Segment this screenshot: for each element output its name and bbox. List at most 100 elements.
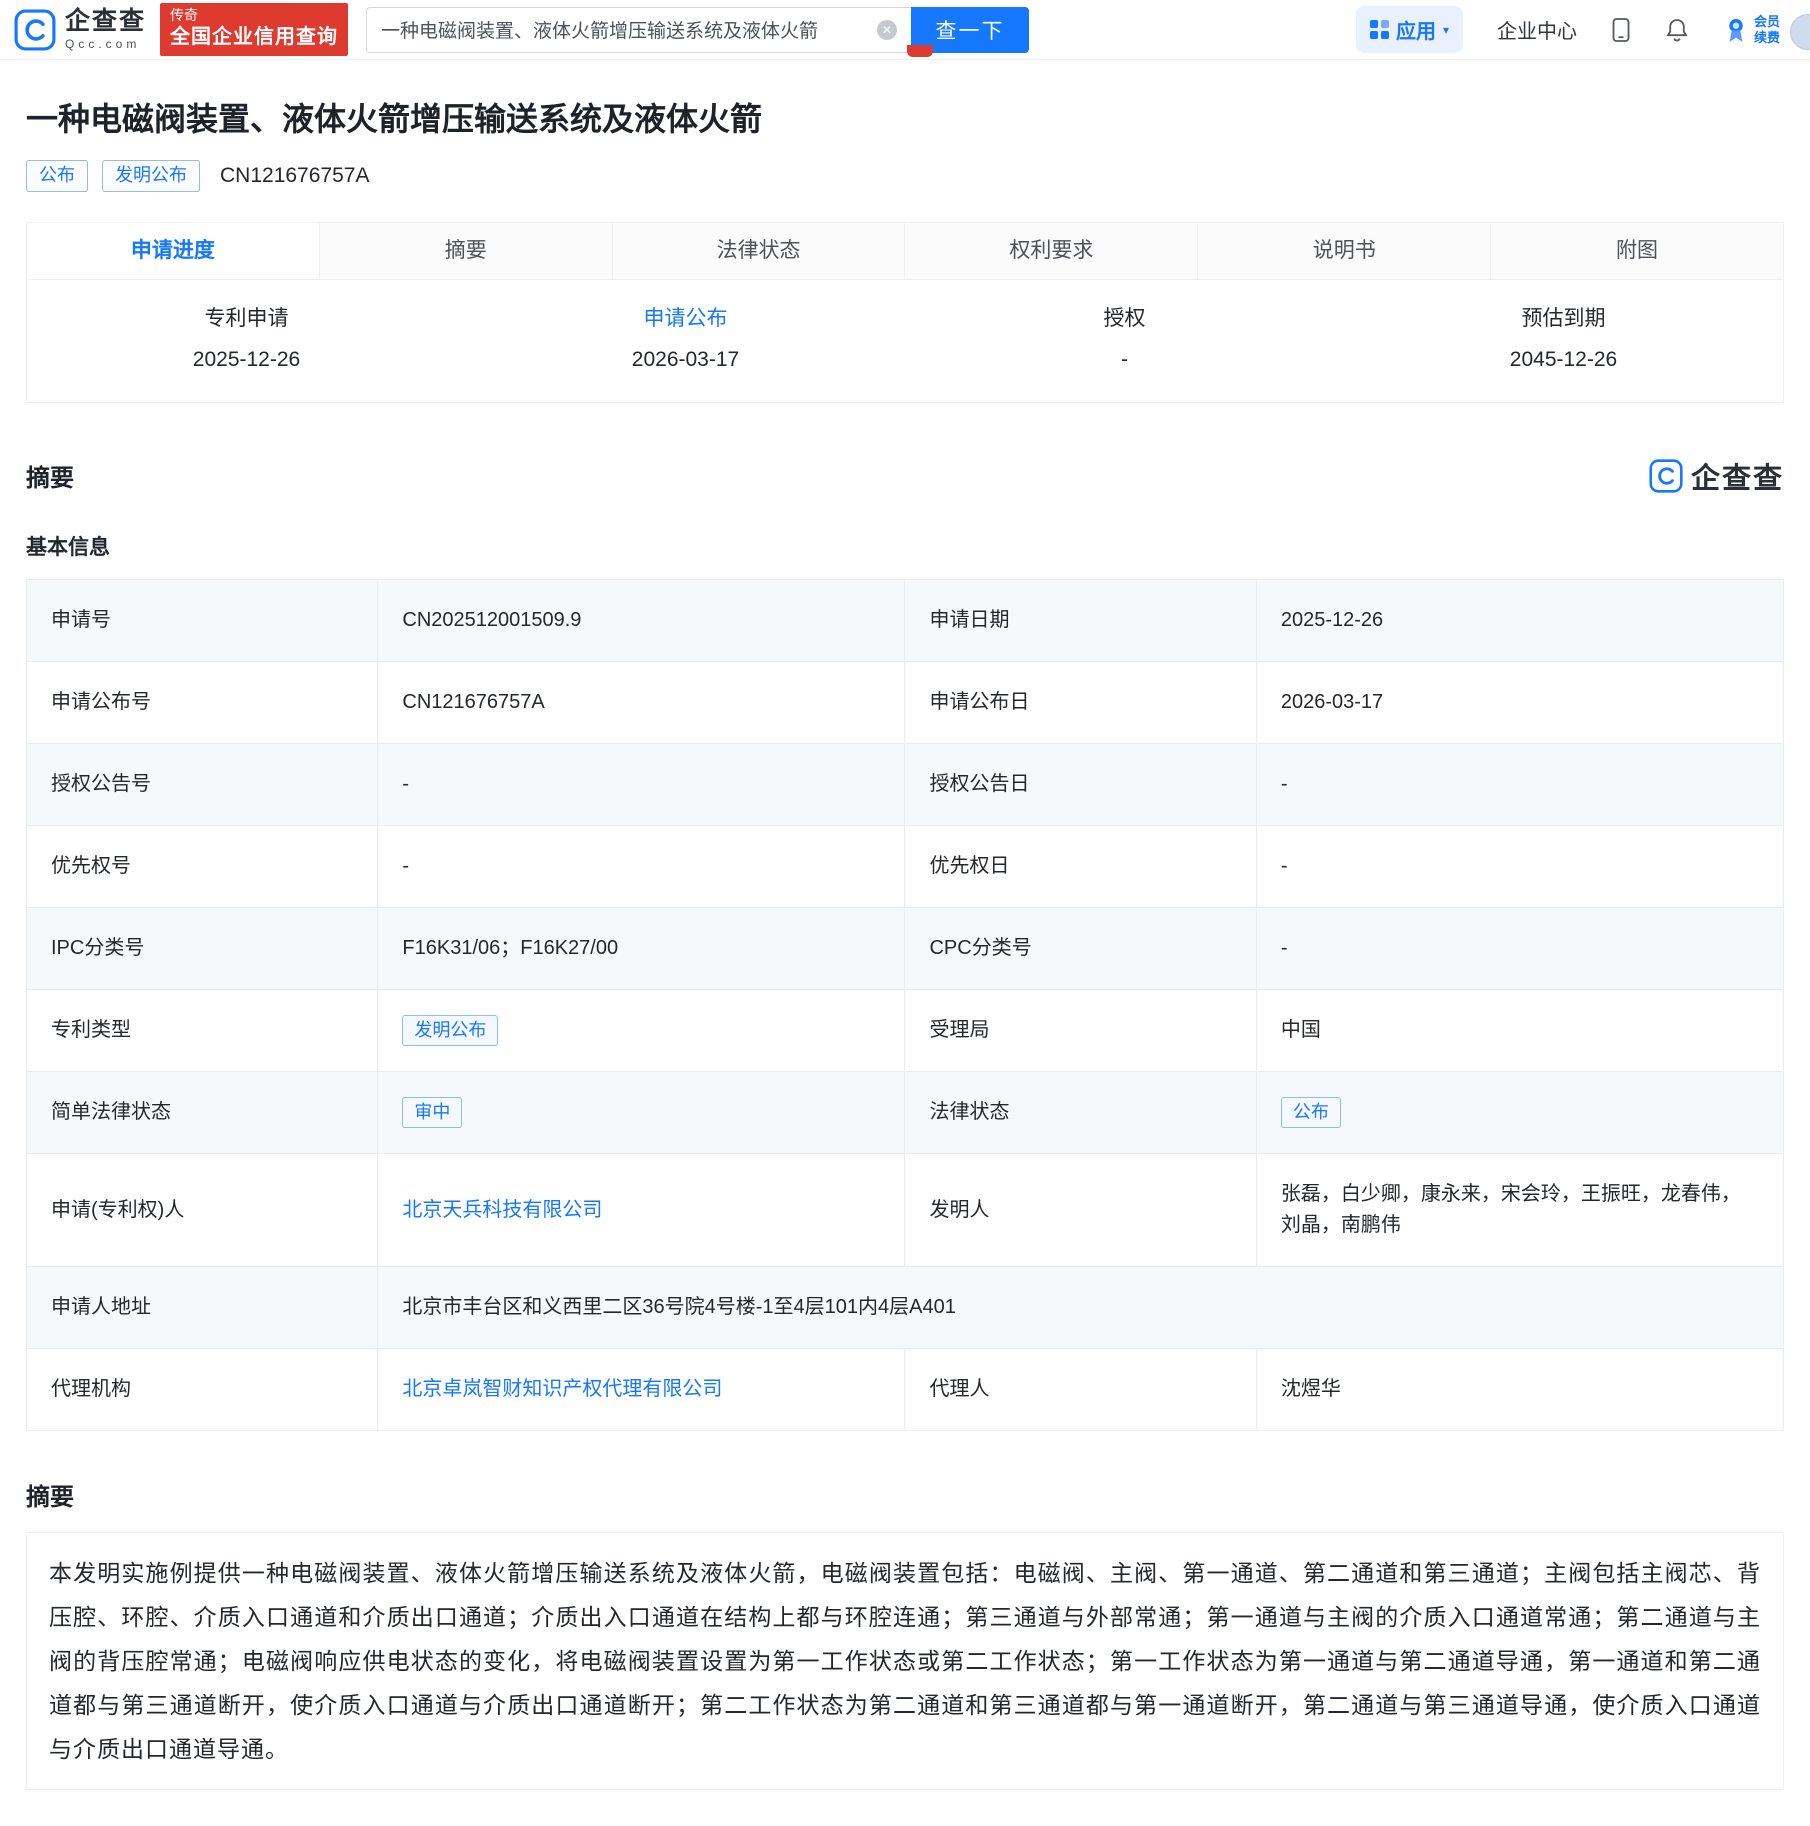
tab-progress[interactable]: 申请进度 [27,223,320,279]
promo-ribbon [907,45,933,57]
field-value: - [378,825,905,907]
enterprise-center-link[interactable]: 企业中心 [1497,15,1577,44]
timeline-stage: 预估到期 2045-12-26 [1344,302,1783,372]
field-value: 发明公布 [378,989,905,1071]
field-value: F16K31/06；F16K27/00 [378,907,905,989]
header-nav: 应用 ▾ 企业中心 会员 [1356,6,1810,53]
field-label: 优先权号 [27,825,378,907]
table-row: 申请公布号CN121676757A申请公布日2026-03-17 [27,661,1784,743]
field-label: 优先权日 [905,825,1256,907]
timeline-stage-date: 2026-03-17 [466,348,905,372]
mobile-app-icon[interactable] [1611,17,1631,43]
field-label: 授权公告日 [905,743,1256,825]
field-label: 简单法律状态 [27,1071,378,1153]
field-value: - [1256,743,1783,825]
clear-search-icon[interactable]: ✕ [877,20,897,40]
logo-title: 企查查 [65,9,146,34]
field-label: 申请人地址 [27,1267,378,1349]
field-value: 北京市丰台区和义西里二区36号院4号楼-1至4层101内4层A401 [378,1267,1784,1349]
field-label: 发明人 [905,1154,1256,1267]
timeline-stage-date: 2025-12-26 [27,348,466,372]
table-row: IPC分类号F16K31/06；F16K27/00CPC分类号- [27,907,1784,989]
field-value: 张磊，白少卿，康永来，宋会玲，王振旺，龙春伟，刘晶，南鹏伟 [1256,1154,1783,1267]
field-label: 申请日期 [905,579,1256,661]
field-value: 审中 [378,1071,905,1153]
tab-claims[interactable]: 权利要求 [905,223,1198,279]
tab-legal-status[interactable]: 法律状态 [613,223,906,279]
field-value: CN121676757A [378,661,905,743]
field-label: 申请(专利权)人 [27,1154,378,1267]
status-badge: 审中 [402,1097,462,1128]
promo-line1: 传奇 [170,7,338,25]
apps-menu[interactable]: 应用 ▾ [1356,6,1463,53]
timeline-stage-date: - [905,348,1344,372]
entity-link[interactable]: 北京天兵科技有限公司 [402,1199,602,1221]
apps-label: 应用 [1396,15,1436,44]
tab-bar: 申请进度摘要法律状态权利要求说明书附图 [27,222,1783,280]
field-label: 代理机构 [27,1349,378,1431]
timeline-stage-label: 预估到期 [1344,302,1783,332]
field-value: 2025-12-26 [1256,579,1783,661]
abstract-text: 本发明实施例提供一种电磁阀装置、液体火箭增压输送系统及液体火箭，电磁阀装置包括：… [49,1551,1761,1771]
tab-abstract[interactable]: 摘要 [320,223,613,279]
qcc-logo[interactable]: 企查查 Qcc.com [14,9,146,51]
timeline-stage: 授权- [905,302,1344,372]
patent-badge-row: 公布 发明公布 CN121676757A [26,160,1784,192]
application-timeline: 专利申请 2025-12-26申请公布 2026-03-17授权-预估到期 2045-… [27,280,1783,402]
field-value: 公布 [1256,1071,1783,1153]
search-value: 一种电磁阀装置、液体火箭增压输送系统及液体火箭 [381,16,867,43]
tab-description[interactable]: 说明书 [1198,223,1491,279]
member-renew-badge[interactable]: 会员 续费 [1723,14,1780,45]
patent-type-badge: 发明公布 [102,160,200,192]
member-line1: 会员 [1754,14,1780,30]
patent-detail-card: 申请进度摘要法律状态权利要求说明书附图 专利申请 2025-12-26申请公布 20… [26,222,1784,403]
abstract-box: 本发明实施例提供一种电磁阀装置、液体火箭增压输送系统及液体火箭，电磁阀装置包括：… [26,1532,1784,1790]
entity-link[interactable]: 北京卓岚智财知识产权代理有限公司 [402,1378,722,1400]
field-value: 中国 [1256,989,1783,1071]
field-label: IPC分类号 [27,907,378,989]
table-row: 授权公告号-授权公告日- [27,743,1784,825]
field-label: 授权公告号 [27,743,378,825]
notification-bell-icon[interactable] [1665,17,1689,43]
chevron-down-icon: ▾ [1443,23,1449,37]
logo-subtitle: Qcc.com [65,38,146,50]
field-value: 北京卓岚智财知识产权代理有限公司 [378,1349,905,1431]
field-label: 申请公布日 [905,661,1256,743]
promo-line2: 全国企业信用查询 [170,25,338,50]
field-value: 2026-03-17 [1256,661,1783,743]
field-value: - [1256,825,1783,907]
search-input[interactable]: 一种电磁阀装置、液体火箭增压输送系统及液体火箭 ✕ [366,7,911,53]
publish-status-badge: 公布 [26,160,88,192]
timeline-stage: 申请公布 2026-03-17 [466,302,905,372]
basic-info-table: 申请号CN202512001509.9申请日期2025-12-26申请公布号CN… [26,579,1784,1432]
summary-section-title: 摘要 [26,458,74,493]
qcc-watermark: 企查查 [1649,455,1784,497]
field-label: 申请号 [27,579,378,661]
table-row: 简单法律状态审中 法律状态公布 [27,1071,1784,1153]
timeline-stage-label: 申请公布 [466,302,905,332]
qcc-watermark-icon [1649,459,1683,493]
field-label: 专利类型 [27,989,378,1071]
member-line2: 续费 [1754,30,1780,46]
table-row: 申请号CN202512001509.9申请日期2025-12-26 [27,579,1784,661]
timeline-stage-label: 专利申请 [27,302,466,332]
field-value: 沈煜华 [1256,1349,1783,1431]
field-label: 申请公布号 [27,661,378,743]
status-badge: 公布 [1281,1097,1341,1128]
timeline-stage-date: 2045-12-26 [1344,348,1783,372]
field-value: CN202512001509.9 [378,579,905,661]
tab-figures[interactable]: 附图 [1491,223,1783,279]
status-badge: 发明公布 [402,1015,498,1046]
patent-number: CN121676757A [220,164,369,188]
page-title: 一种电磁阀装置、液体火箭增压输送系统及液体火箭 [26,94,1784,140]
field-label: 法律状态 [905,1071,1256,1153]
field-label: 受理局 [905,989,1256,1071]
main-content: 一种电磁阀装置、液体火箭增压输送系统及液体火箭 公布 发明公布 CN121676… [0,94,1810,1790]
abstract-section-title: 摘要 [26,1477,1784,1512]
qcc-logo-icon [14,9,56,51]
table-row: 申请人地址北京市丰台区和义西里二区36号院4号楼-1至4层101内4层A401 [27,1267,1784,1349]
table-row: 专利类型发明公布 受理局中国 [27,989,1784,1071]
field-value: - [1256,907,1783,989]
promo-banner: 传奇 全国企业信用查询 [160,3,348,56]
search-bar: 一种电磁阀装置、液体火箭增压输送系统及液体火箭 ✕ 查一下 [366,7,1029,53]
